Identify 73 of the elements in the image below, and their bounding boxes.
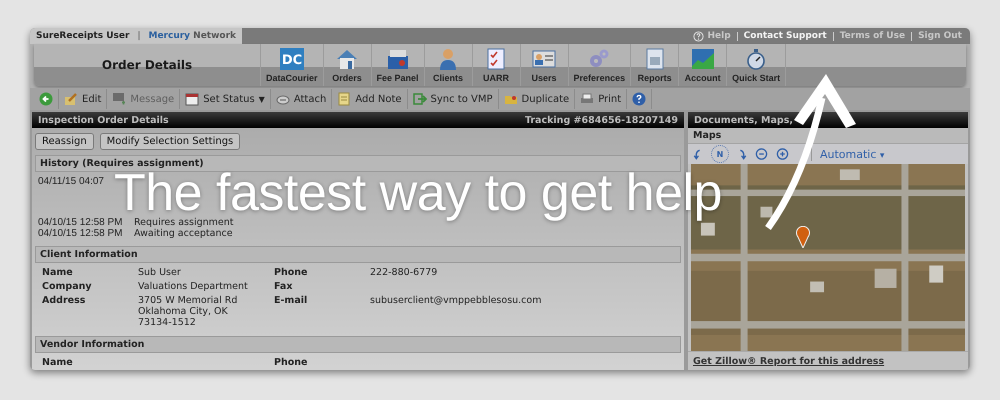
message-icon	[112, 92, 126, 106]
field-label: Phone	[274, 356, 308, 368]
map-pin-icon	[795, 226, 811, 248]
house-icon	[335, 48, 360, 70]
field-value: subuserclient@vmppebblesosu.com	[370, 294, 542, 306]
field-value: Sub User	[138, 266, 182, 278]
header-link[interactable]: Contact Support	[744, 31, 827, 41]
page-title: Order Details	[102, 58, 192, 72]
section-title: History (Requires assignment)	[40, 158, 204, 169]
dc-logo-icon: DC	[280, 48, 304, 70]
history-date: 04/10/15 12:58 PM	[38, 228, 124, 240]
help-icon	[632, 92, 646, 106]
calendar-icon	[185, 92, 200, 106]
nav-button[interactable]: Account	[678, 44, 726, 86]
field-label: Company	[42, 280, 93, 292]
nav-button[interactable]: Preferences	[568, 44, 630, 86]
back-icon	[39, 92, 53, 106]
gears-icon	[587, 48, 612, 70]
id-card-icon	[532, 48, 556, 70]
nav-button[interactable]: DC DataCourier	[260, 44, 323, 86]
pencil-icon	[64, 92, 78, 106]
header-link[interactable]: Sign Out	[918, 31, 962, 41]
user-name: SureReceipts User	[36, 31, 130, 41]
nav-button[interactable]: UARR	[472, 44, 520, 86]
toolbar-button[interactable]: Add Note	[332, 89, 408, 109]
nav-button[interactable]: Fee Panel	[370, 44, 424, 86]
field-value: 3705 W Memorial Rd Oklahoma City, OK 73134-1512	[138, 294, 238, 328]
header-link[interactable]: Help	[708, 31, 731, 41]
box-icon	[386, 48, 410, 70]
brand-name: Mercury Network	[148, 31, 236, 41]
field-label: Name	[42, 266, 74, 278]
field-label: Fax	[274, 280, 294, 292]
toolbar-button[interactable]: Sync to VMP	[408, 89, 499, 109]
rotate-right-icon[interactable]	[737, 148, 747, 160]
chart-icon	[690, 48, 715, 70]
nav-button[interactable]: Clients	[424, 44, 472, 86]
zillow-report-link[interactable]: Get Zillow® Report for this address	[693, 356, 884, 366]
toolbar-button[interactable]: Duplicate	[498, 89, 576, 109]
map-mode-dropdown[interactable]: Automatic ▾	[820, 148, 884, 160]
panel-title: Inspection Order Details	[38, 114, 169, 126]
separator: |	[137, 31, 140, 41]
nav-button[interactable]: Reports	[630, 44, 678, 86]
nav-button[interactable]: Orders	[322, 44, 371, 86]
history-text: Awaiting acceptance	[134, 228, 233, 240]
nav-button[interactable]: Quick Start	[726, 44, 786, 86]
field-label: E-mail	[274, 294, 308, 308]
note-icon	[337, 92, 352, 106]
section-title: Client Information	[40, 248, 138, 260]
zoom-in-icon[interactable]	[776, 148, 789, 160]
toolbar-button[interactable]: Set Status ▼	[180, 89, 271, 109]
panel-title: Documents, Maps,	[694, 114, 793, 126]
field-label: Address	[42, 294, 86, 308]
field-label: Phone	[274, 266, 308, 278]
history-date: 04/11/15 04:07	[38, 176, 105, 188]
history-date: 04/10/15 12:58 PM	[38, 216, 124, 228]
export-icon	[412, 92, 427, 106]
field-value: 222-880-6779	[370, 266, 438, 278]
section-title: Vendor Information	[40, 338, 144, 350]
action-button[interactable]: Modify Selection Settings	[100, 133, 240, 150]
zoom-out-icon[interactable]	[755, 148, 768, 160]
field-value: Valuations Department	[138, 280, 249, 292]
action-button[interactable]: Reassign	[35, 133, 94, 150]
history-text: Requires assignment	[134, 216, 234, 228]
nav-button[interactable]: Users	[520, 44, 568, 86]
tracking-number: Tracking #684656-18207149	[524, 114, 678, 126]
header-link[interactable]: Terms of Use	[840, 31, 906, 41]
toolbar-button[interactable]: Attach	[270, 89, 332, 109]
compass-control[interactable]: N	[711, 145, 729, 163]
printer-icon	[580, 92, 594, 106]
toolbar-button[interactable]: Print	[575, 89, 628, 109]
field-label: Name	[42, 356, 74, 368]
section-title: Maps	[693, 130, 722, 141]
toolbar-button[interactable]: Edit	[59, 89, 108, 109]
